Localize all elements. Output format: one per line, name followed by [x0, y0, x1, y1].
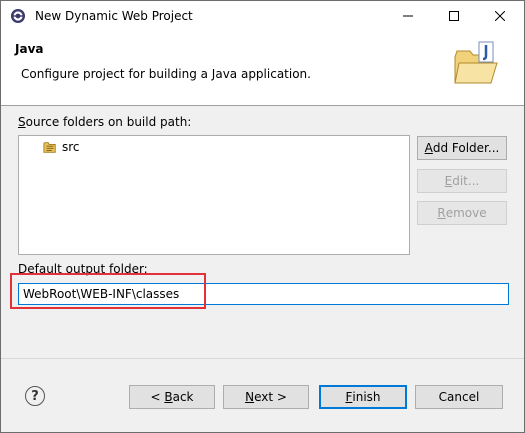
add-folder-rest: dd Folder... [432, 141, 500, 155]
output-folder-label: Default output folder: [18, 262, 148, 276]
page-title: Java [15, 42, 44, 56]
edit-rest: dit... [452, 174, 480, 188]
footer-separator [1, 358, 524, 359]
back-mnemonic: B [164, 390, 173, 404]
edit-button[interactable]: Edit... [417, 169, 507, 193]
source-folder-name: src [62, 140, 80, 154]
maximize-icon [449, 11, 459, 21]
output-folder-input[interactable]: WebRoot\WEB-INF\classes [18, 283, 509, 305]
eclipse-icon [11, 9, 25, 23]
help-icon[interactable]: ? [25, 386, 45, 406]
minimize-icon [403, 15, 413, 17]
source-label-rest: ource folders on build path: [25, 115, 192, 129]
next-button[interactable]: Next > [223, 385, 309, 409]
source-folders-label: Source folders on build path: [18, 115, 191, 129]
wizard-header: Java Configure project for building a Ja… [1, 31, 524, 106]
title-bar[interactable]: New Dynamic Web Project [1, 1, 524, 31]
source-folders-list[interactable]: src [18, 135, 410, 255]
output-folder-value: WebRoot\WEB-INF\classes [23, 287, 180, 301]
list-item[interactable]: src [43, 140, 80, 154]
add-folder-mnemonic: A [424, 141, 433, 155]
next-rest: ext > [254, 390, 287, 404]
edit-mnemonic: E [444, 174, 453, 188]
cancel-button[interactable]: Cancel [415, 385, 503, 409]
java-folder-icon [454, 41, 498, 84]
finish-rest: inish [352, 390, 381, 404]
dialog-window: New Dynamic Web Project Java Configure p… [0, 0, 525, 433]
maximize-button[interactable] [431, 1, 477, 31]
remove-button[interactable]: Remove [417, 201, 507, 225]
back-rest: ack [172, 390, 194, 404]
source-label-mnemonic: S [18, 115, 26, 129]
finish-button[interactable]: Finish [319, 385, 407, 409]
source-folder-icon [43, 142, 56, 153]
remove-rest: emove [445, 206, 487, 220]
back-prefix: < [150, 390, 165, 404]
minimize-button[interactable] [385, 1, 431, 31]
next-mnemonic: N [245, 390, 255, 404]
close-button[interactable] [477, 1, 523, 31]
window-title: New Dynamic Web Project [35, 9, 193, 23]
back-button[interactable]: < Back [129, 385, 215, 409]
add-folder-button[interactable]: Add Folder... [417, 136, 507, 160]
page-description: Configure project for building a Java ap… [21, 67, 311, 81]
close-icon [495, 11, 505, 21]
remove-mnemonic: R [437, 206, 446, 220]
finish-mnemonic: F [345, 390, 353, 404]
